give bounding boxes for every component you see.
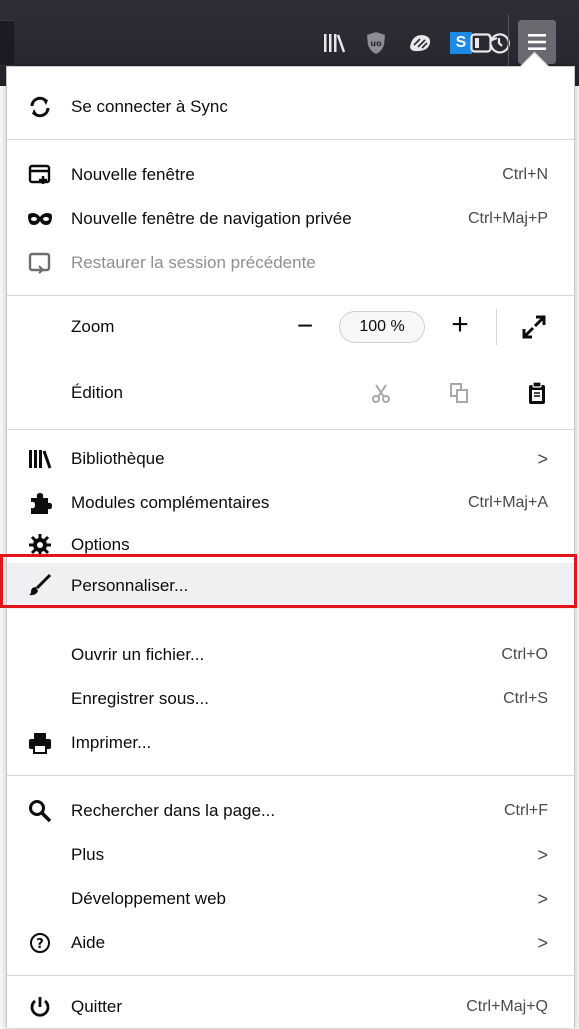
fullscreen-icon[interactable]	[520, 313, 548, 341]
separator	[7, 775, 574, 776]
svg-text:?: ?	[36, 937, 44, 952]
find-shortcut: Ctrl+F	[504, 802, 548, 819]
private-window-label: Nouvelle fenêtre de navigation privée	[71, 209, 352, 228]
zoom-in-button[interactable]: +	[445, 310, 475, 341]
paintbrush-icon	[27, 563, 53, 607]
menu-item-new-window[interactable]: Nouvelle fenêtre Ctrl+N	[7, 153, 574, 197]
restore-session-label: Restaurer la session précédente	[71, 253, 316, 272]
copy-icon[interactable]	[445, 379, 473, 407]
sync-label: Se connecter à Sync	[71, 97, 228, 116]
new-window-label: Nouvelle fenêtre	[71, 165, 195, 184]
puzzle-piece-icon	[27, 481, 53, 525]
zoom-out-button[interactable]: −	[290, 312, 320, 341]
chevron-right-icon: >	[537, 888, 548, 909]
separator	[7, 429, 574, 430]
menu-item-quit[interactable]: Quitter Ctrl+Maj+Q	[7, 985, 574, 1029]
menu-item-library[interactable]: Bibliothèque >	[7, 437, 574, 481]
quit-label: Quitter	[71, 997, 123, 1016]
save-as-shortcut: Ctrl+S	[503, 690, 548, 707]
menu-item-open-file[interactable]: Ouvrir un fichier... Ctrl+O	[7, 633, 574, 677]
menu-item-help[interactable]: ? Aide >	[7, 921, 574, 965]
menu-item-customize[interactable]: Personnaliser...	[7, 563, 574, 609]
menu-item-sync[interactable]: Se connecter à Sync	[7, 85, 574, 129]
menu-item-restore-session[interactable]: Restaurer la session précédente	[7, 241, 574, 285]
zoom-label: Zoom	[71, 317, 115, 336]
separator	[7, 295, 574, 296]
gear-icon	[27, 523, 53, 567]
sync-icon	[27, 85, 53, 129]
sidebar-icon[interactable]	[466, 28, 496, 58]
printer-icon	[27, 721, 53, 765]
ublock-origin-icon[interactable]: uo	[361, 28, 391, 58]
find-label: Rechercher dans la page...	[71, 801, 276, 820]
restore-session-icon	[27, 241, 53, 285]
open-file-shortcut: Ctrl+O	[501, 646, 548, 663]
addons-shortcut: Ctrl+Maj+A	[467, 494, 548, 511]
menu-item-private-window[interactable]: Nouvelle fenêtre de navigation privée Ct…	[7, 197, 574, 241]
menu-item-save-as[interactable]: Enregistrer sous... Ctrl+S	[7, 677, 574, 721]
print-label: Imprimer...	[71, 733, 152, 752]
quit-shortcut: Ctrl+Maj+Q	[466, 998, 548, 1015]
library-label: Bibliothèque	[71, 449, 165, 468]
private-mask-icon	[27, 197, 53, 241]
library-icon	[27, 437, 53, 481]
new-window-shortcut: Ctrl+N	[502, 166, 548, 183]
library-icon[interactable]	[319, 28, 349, 58]
chevron-right-icon: >	[537, 448, 548, 469]
zoom-reset-button[interactable]: 100 %	[339, 311, 425, 343]
paste-icon[interactable]	[523, 379, 551, 407]
separator	[7, 139, 574, 140]
web-dev-label: Développement web	[71, 889, 226, 908]
save-as-label: Enregistrer sous...	[71, 689, 209, 708]
menu-item-web-dev[interactable]: Développement web >	[7, 877, 574, 921]
menu-item-addons[interactable]: Modules complémentaires Ctrl+Maj+A	[7, 481, 574, 525]
edit-label: Édition	[71, 383, 123, 402]
menu-item-find[interactable]: Rechercher dans la page... Ctrl+F	[7, 789, 574, 833]
chevron-right-icon: >	[537, 932, 548, 953]
menu-item-options[interactable]: Options	[7, 523, 574, 567]
customize-label: Personnaliser...	[71, 576, 189, 595]
help-label: Aide	[71, 933, 106, 952]
url-bar-edge[interactable]	[0, 20, 14, 66]
open-file-label: Ouvrir un fichier...	[71, 645, 205, 664]
menu-item-print[interactable]: Imprimer...	[7, 721, 574, 765]
new-window-icon	[27, 153, 53, 197]
edit-row: Édition	[7, 371, 574, 415]
zoom-row: Zoom − 100 % +	[7, 305, 574, 349]
options-label: Options	[71, 535, 130, 554]
search-icon	[27, 789, 53, 833]
app-menu-panel: Se connecter à Sync Nouvelle fenêtre Ctr…	[6, 66, 575, 1028]
separator	[7, 975, 574, 976]
hamburger-menu-icon	[528, 34, 546, 50]
toolbar-separator	[508, 14, 509, 72]
svg-text:uo: uo	[370, 39, 382, 48]
power-icon	[27, 985, 53, 1029]
menu-item-more[interactable]: Plus >	[7, 833, 574, 877]
private-window-shortcut: Ctrl+Maj+P	[467, 210, 548, 227]
chevron-right-icon: >	[537, 844, 548, 865]
more-label: Plus	[71, 845, 105, 864]
zoom-divider	[496, 309, 497, 345]
cut-icon[interactable]	[367, 379, 395, 407]
help-icon: ?	[27, 921, 53, 965]
addons-label: Modules complémentaires	[71, 493, 270, 512]
extension-icon[interactable]	[405, 28, 435, 58]
